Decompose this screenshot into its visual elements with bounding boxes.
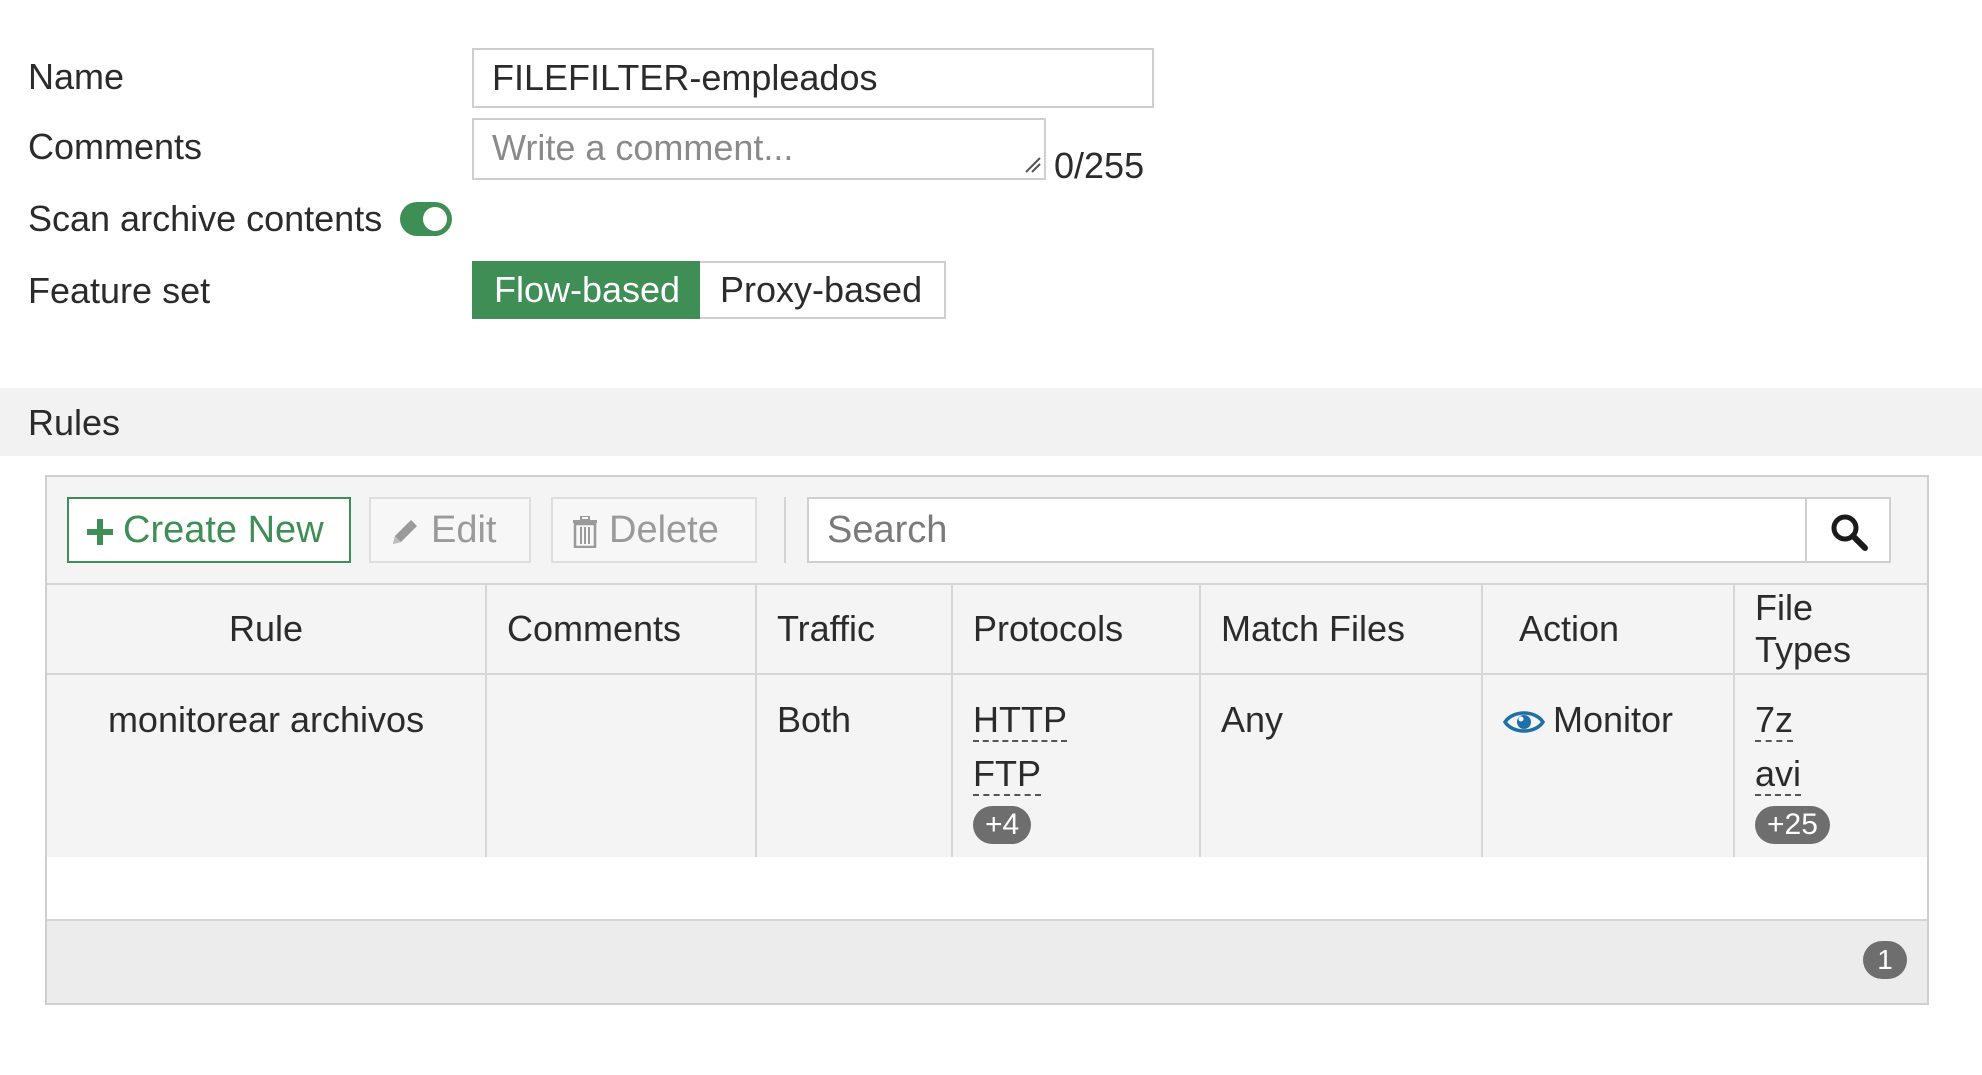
rule-comments-cell <box>485 673 757 861</box>
create-new-button[interactable]: Create New <box>67 497 351 563</box>
feature-set-label: Feature set <box>28 270 211 311</box>
search-icon <box>1831 514 1868 551</box>
eye-icon <box>1502 711 1546 734</box>
table-header-row: Rule Comments Traffic Protocols Match Fi… <box>47 583 1927 675</box>
plus-icon <box>87 518 113 545</box>
feature-set-proxy-based-button[interactable]: Proxy-based <box>700 261 946 319</box>
edit-label: Edit <box>431 509 497 551</box>
rules-section-header: Rules <box>0 388 1982 456</box>
toolbar-separator <box>784 497 786 563</box>
table-row[interactable]: monitorear archivos Both HTTP FTP +4 Any <box>47 673 1927 861</box>
traffic-value: Both <box>777 699 852 740</box>
name-input[interactable] <box>472 48 1154 108</box>
file-type-item[interactable]: avi <box>1755 747 1801 801</box>
trash-icon <box>573 515 597 548</box>
match-files-cell: Any <box>1199 673 1483 861</box>
create-new-label: Create New <box>123 509 324 551</box>
rule-count-badge: 1 <box>1863 941 1907 979</box>
table-empty-area <box>47 857 1927 921</box>
file-type-item[interactable]: 7z <box>1755 693 1793 747</box>
column-header-comments[interactable]: Comments <box>485 583 757 675</box>
action-cell: Monitor <box>1481 673 1735 861</box>
search-input[interactable] <box>807 497 1807 563</box>
resize-grip-icon[interactable] <box>1024 156 1042 174</box>
action-value: Monitor <box>1553 699 1674 740</box>
protocol-item[interactable]: HTTP <box>973 693 1067 747</box>
column-header-file-types[interactable]: File Types <box>1733 583 1927 675</box>
comments-field[interactable] <box>472 118 1046 180</box>
scan-archive-label: Scan archive contents <box>28 198 383 239</box>
rule-name-cell: monitorear archivos <box>47 673 487 861</box>
edit-button[interactable]: Edit <box>369 497 531 563</box>
protocol-item[interactable]: FTP <box>973 747 1041 801</box>
rules-panel: Create New Edit Delete Rule Comments <box>45 475 1929 1005</box>
protocols-cell: HTTP FTP +4 <box>951 673 1201 861</box>
table-footer: 1 <box>47 921 1927 1003</box>
toggle-knob <box>423 207 447 231</box>
rules-table: Rule Comments Traffic Protocols Match Fi… <box>47 583 1927 861</box>
rule-name: monitorear archivos <box>107 699 425 740</box>
delete-label: Delete <box>609 509 719 551</box>
search-button[interactable] <box>1805 497 1891 563</box>
column-header-match-files[interactable]: Match Files <box>1199 583 1483 675</box>
comments-counter: 0/255 <box>1054 145 1145 186</box>
traffic-cell: Both <box>755 673 953 861</box>
protocols-more-badge[interactable]: +4 <box>973 806 1032 844</box>
file-types-more-badge[interactable]: +25 <box>1755 806 1830 844</box>
scan-archive-toggle[interactable] <box>400 202 452 236</box>
feature-set-flow-based-button[interactable]: Flow-based <box>472 261 700 319</box>
comments-label: Comments <box>28 126 203 167</box>
name-label: Name <box>28 56 125 97</box>
delete-button[interactable]: Delete <box>551 497 757 563</box>
rules-section-title: Rules <box>28 402 121 443</box>
pencil-icon <box>393 519 417 544</box>
file-types-cell: 7z avi +25 <box>1733 673 1927 861</box>
column-header-rule[interactable]: Rule <box>47 583 487 675</box>
column-header-action[interactable]: Action <box>1481 583 1735 675</box>
column-header-protocols[interactable]: Protocols <box>951 583 1201 675</box>
match-files-value: Any <box>1221 699 1284 740</box>
column-header-traffic[interactable]: Traffic <box>755 583 953 675</box>
